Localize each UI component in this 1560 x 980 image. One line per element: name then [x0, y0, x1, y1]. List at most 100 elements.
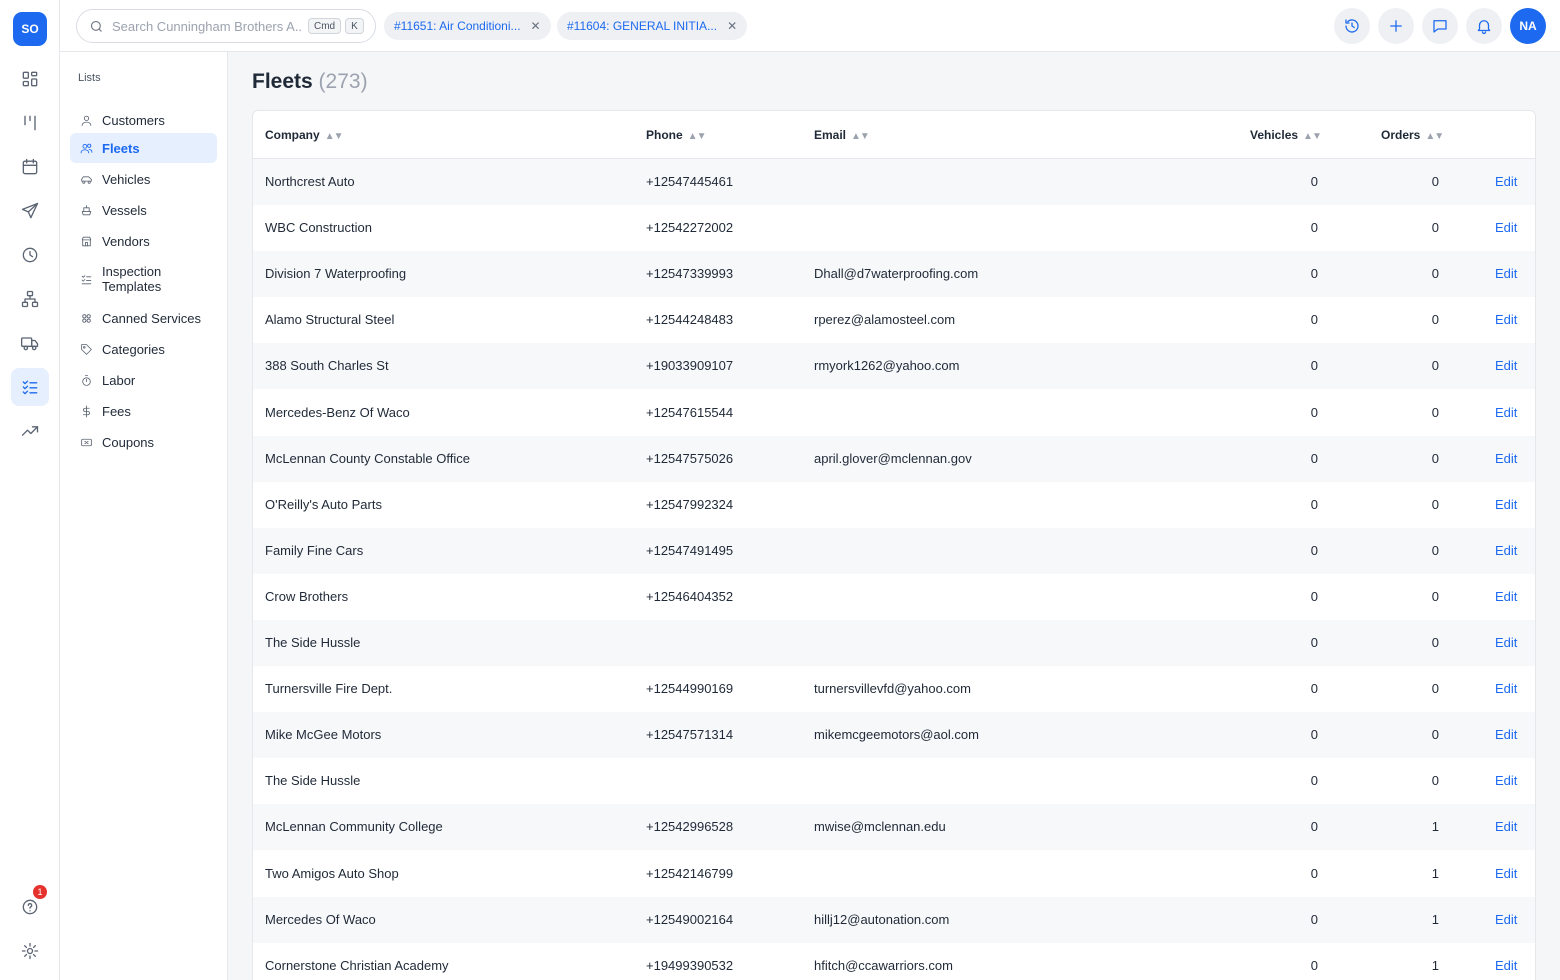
cell-orders: 1	[1431, 911, 1439, 927]
column-header-phone[interactable]: Phone ▲▼	[646, 128, 707, 142]
nav-item-vessels[interactable]: Vessels	[70, 195, 217, 225]
cell-company: Crow Brothers	[265, 588, 349, 604]
table-row[interactable]: The Side Hussle 0 0 Edit	[253, 620, 1535, 666]
open-tab[interactable]: #11651: Air Conditioni... ✕	[384, 12, 551, 40]
edit-link[interactable]: Edit	[1495, 220, 1517, 235]
rail-history[interactable]	[11, 236, 49, 274]
table-row[interactable]: Division 7 Waterproofing +12547339993 Dhal…	[253, 251, 1535, 298]
sort-icon[interactable]: ▲▼	[325, 131, 344, 142]
column-header-email[interactable]: Email ▲▼	[814, 128, 870, 142]
cell-phone: +12542272002	[646, 220, 734, 236]
search-input[interactable]	[112, 18, 302, 34]
nav-item-fees[interactable]: Fees	[70, 396, 217, 426]
rail-help[interactable]: 1	[11, 885, 49, 926]
table-row[interactable]: Alamo Structural Steel +12544248483 rperez…	[253, 297, 1535, 343]
table-row[interactable]: O'Reilly's Auto Parts +12547992324 0 0 Edit	[253, 482, 1535, 528]
edit-link[interactable]: Edit	[1495, 451, 1517, 466]
cell-phone: +12547491495	[646, 542, 734, 558]
edit-link[interactable]: Edit	[1495, 497, 1517, 512]
edit-link[interactable]: Edit	[1495, 773, 1517, 788]
cell-phone: +12547575026	[646, 450, 734, 466]
cell-orders: 0	[1431, 542, 1439, 558]
table-row[interactable]: The Side Hussle 0 0 Edit	[253, 758, 1535, 804]
table-row[interactable]: Mercedes Of Waco +12549002164 hillj12@auto…	[253, 896, 1535, 943]
recent-history-button[interactable]	[1334, 8, 1370, 44]
nav-item-label: Customers	[102, 112, 165, 128]
table-row[interactable]: Mercedes-Benz Of Waco +12547615544 0 0 Edit	[253, 390, 1535, 436]
nav-item-vehicles[interactable]: Vehicles	[70, 164, 217, 194]
edit-link[interactable]: Edit	[1495, 958, 1517, 973]
table-row[interactable]: Two Amigos Auto Shop +12542146799 0 1 Edit	[253, 851, 1535, 897]
nav-item-label: Fees	[102, 403, 131, 419]
chat-button[interactable]	[1422, 8, 1458, 44]
table-row[interactable]: Crow Brothers +12546404352 0 0 Edit	[253, 574, 1535, 620]
edit-link[interactable]: Edit	[1495, 681, 1517, 696]
table-row[interactable]: WBC Construction +12542272002 0 0 Edit	[253, 205, 1535, 251]
table-row[interactable]: Mike McGee Motors +12547571314 mikemcgeemo…	[253, 712, 1535, 759]
table-row[interactable]: Cornerstone Christian Academy +1949939053…	[253, 943, 1535, 980]
column-header-orders[interactable]: Orders ▲▼	[1381, 128, 1444, 142]
edit-link[interactable]: Edit	[1495, 635, 1517, 650]
rail-messages[interactable]	[11, 192, 49, 230]
edit-link[interactable]: Edit	[1495, 589, 1517, 604]
hierarchy-icon	[21, 290, 39, 308]
edit-link[interactable]: Edit	[1495, 312, 1517, 327]
sort-icon[interactable]: ▲▼	[688, 131, 707, 142]
nav-item-fleets[interactable]: Fleets	[70, 133, 217, 163]
cell-vehicles: 0	[1310, 404, 1318, 420]
sort-icon[interactable]: ▲▼	[1303, 131, 1322, 142]
table-row[interactable]: Northcrest Auto +12547445461 0 0 Edit	[253, 159, 1535, 205]
cell-email: turnersvillevfd@yahoo.com	[814, 681, 971, 697]
rail-lists[interactable]	[11, 368, 49, 406]
close-icon[interactable]: ✕	[531, 19, 541, 33]
edit-link[interactable]: Edit	[1495, 819, 1517, 834]
global-search[interactable]: Cmd K	[76, 9, 376, 43]
rail-workflow[interactable]	[11, 104, 49, 142]
notifications-button[interactable]	[1466, 8, 1502, 44]
table-row[interactable]: 388 South Charles St +19033909107 rmyork12…	[253, 343, 1535, 390]
nav-item-coupons[interactable]: Coupons	[70, 427, 217, 457]
cell-company: 388 South Charles St	[265, 358, 389, 374]
cell-vehicles: 0	[1310, 542, 1318, 558]
edit-link[interactable]: Edit	[1495, 174, 1517, 189]
edit-link[interactable]: Edit	[1495, 912, 1517, 927]
user-avatar[interactable]: NA	[1510, 8, 1546, 44]
table-row[interactable]: Turnersville Fire Dept. +12544990169 turne…	[253, 666, 1535, 712]
sort-icon[interactable]: ▲▼	[851, 131, 870, 142]
cell-orders: 0	[1431, 727, 1439, 743]
nav-item-labor[interactable]: Labor	[70, 365, 217, 395]
rail-calendar[interactable]	[11, 148, 49, 186]
rail-settings[interactable]	[11, 932, 49, 970]
nav-item-vendors[interactable]: Vendors	[70, 226, 217, 256]
close-icon[interactable]: ✕	[727, 19, 737, 33]
nav-item-categories[interactable]: Categories	[70, 334, 217, 364]
edit-link[interactable]: Edit	[1495, 543, 1517, 558]
cell-company: The Side Hussle	[265, 773, 361, 789]
table-row[interactable]: Family Fine Cars +12547491495 0 0 Edit	[253, 527, 1535, 574]
edit-link[interactable]: Edit	[1495, 405, 1517, 420]
cell-email: rperez@alamosteel.com	[814, 312, 956, 328]
nav-item-inspection-templates[interactable]: Inspection Templates	[70, 257, 217, 301]
edit-link[interactable]: Edit	[1495, 727, 1517, 742]
calendar-icon	[22, 158, 38, 175]
rail-organization[interactable]	[11, 280, 49, 318]
open-tab[interactable]: #11604: GENERAL INITIA... ✕	[557, 12, 748, 40]
table-row[interactable]: McLennan County Constable Office +1254757…	[253, 435, 1535, 482]
column-header-vehicles[interactable]: Vehicles ▲▼	[1250, 128, 1322, 142]
edit-link[interactable]: Edit	[1495, 358, 1517, 373]
create-button[interactable]	[1378, 8, 1414, 44]
cell-orders: 0	[1431, 496, 1439, 512]
edit-link[interactable]: Edit	[1495, 866, 1517, 881]
rail-reports[interactable]	[11, 412, 49, 450]
table-row[interactable]: McLennan Community College +12542996528 mw…	[253, 804, 1535, 851]
cell-phone: +12544248483	[646, 312, 734, 328]
column-header-company[interactable]: Company ▲▼	[265, 128, 344, 142]
sort-icon[interactable]: ▲▼	[1425, 131, 1444, 142]
nav-item-customers[interactable]: Customers	[70, 105, 217, 135]
edit-link[interactable]: Edit	[1495, 266, 1517, 281]
rail-dashboard[interactable]	[11, 60, 49, 98]
nav-item-label: Categories	[102, 341, 165, 357]
rail-fleet[interactable]	[11, 324, 49, 362]
nav-item-canned-services[interactable]: Canned Services	[70, 303, 217, 333]
app-logo[interactable]: SO	[13, 12, 47, 46]
